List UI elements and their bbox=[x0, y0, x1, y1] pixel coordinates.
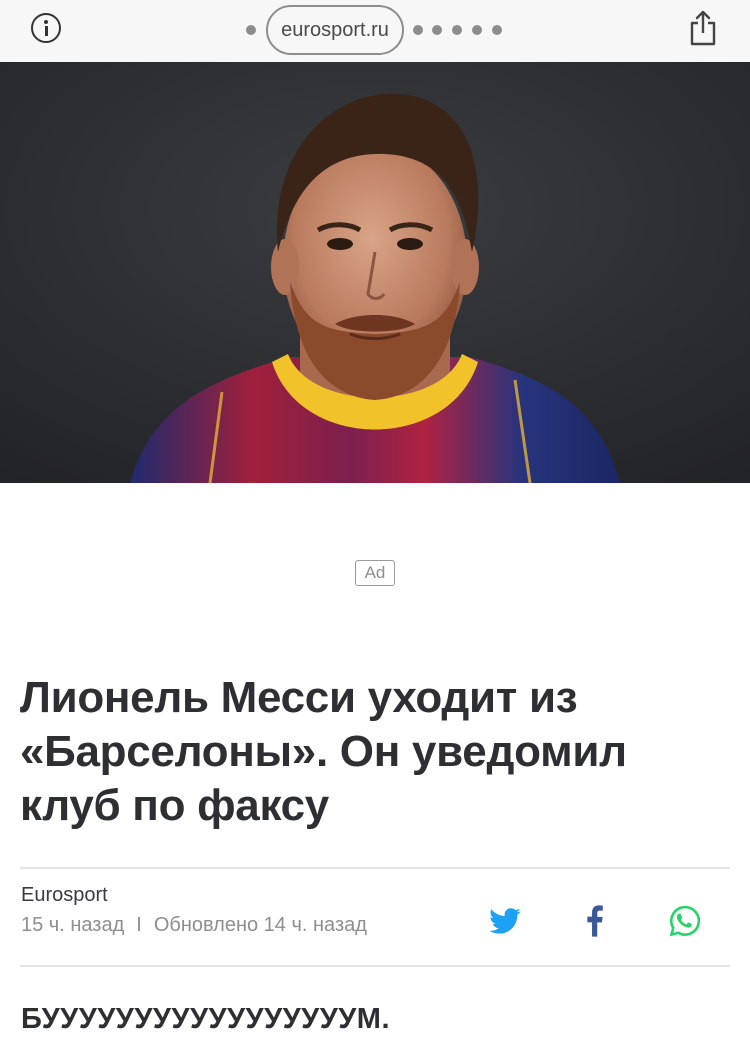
url-field[interactable]: eurosport.ru bbox=[266, 5, 404, 55]
page-indicator-dot bbox=[472, 25, 482, 35]
headline-line: «Барселоны». Он уведомил bbox=[20, 727, 627, 776]
headline-line: Лионель Месси уходит из bbox=[20, 673, 578, 722]
page-indicator-dot bbox=[492, 25, 502, 35]
twitter-icon[interactable] bbox=[488, 904, 522, 938]
published-time: 15 ч. назад bbox=[21, 914, 125, 936]
page-indicator-dot bbox=[246, 25, 256, 35]
whatsapp-icon[interactable] bbox=[668, 904, 702, 938]
url-text: eurosport.ru bbox=[281, 18, 389, 41]
article-headline: Лионель Месси уходит из «Барселоны». Он … bbox=[20, 671, 720, 833]
ad-badge[interactable]: Ad bbox=[355, 560, 395, 586]
article-source[interactable]: Eurosport bbox=[21, 884, 108, 907]
article-lead: БУУУУУУУУУУУУУУУУУМ. bbox=[21, 1003, 391, 1035]
updated-time: Обновлено 14 ч. назад bbox=[153, 914, 367, 936]
divider bbox=[20, 867, 730, 869]
page-indicator-dot bbox=[432, 25, 442, 35]
meta-separator: I bbox=[136, 914, 142, 936]
page-indicator-dot bbox=[452, 25, 462, 35]
article-timestamps: 15 ч. назад I Обновлено 14 ч. назад bbox=[21, 914, 367, 937]
headline-line: клуб по факсу bbox=[20, 781, 329, 830]
divider bbox=[20, 965, 730, 967]
share-icon[interactable] bbox=[688, 9, 718, 47]
info-icon[interactable] bbox=[31, 13, 61, 43]
browser-toolbar: eurosport.ru bbox=[0, 0, 750, 62]
article-hero-image bbox=[0, 62, 750, 483]
page-indicator-dot bbox=[413, 25, 423, 35]
ad-label: Ad bbox=[364, 563, 386, 582]
facebook-icon[interactable] bbox=[578, 904, 612, 938]
